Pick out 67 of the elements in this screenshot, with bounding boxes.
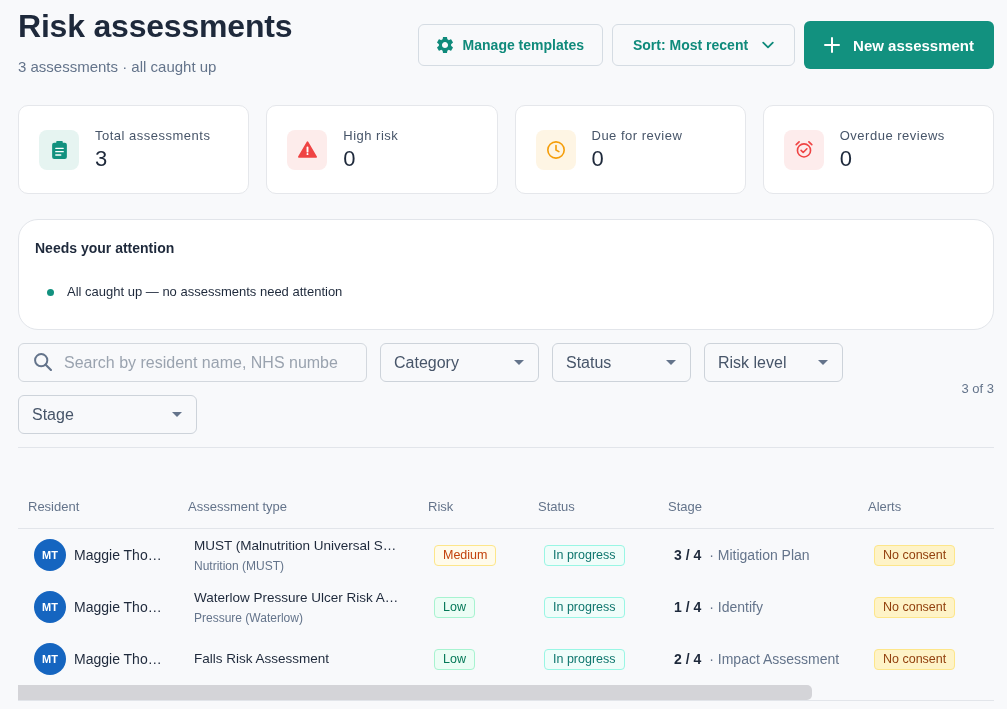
stage-step: 2 / 4 [674, 651, 702, 667]
filter-dropdown[interactable]: Status [552, 343, 691, 382]
column-header: Risk [427, 498, 455, 514]
risk-badge: Low [434, 648, 475, 670]
risk-badge: Low [434, 596, 475, 618]
sort-dropdown[interactable]: Sort: Most recent [611, 24, 796, 66]
assessment-title: MUST (Malnutrition Universal S… [194, 536, 397, 555]
caret-down-icon [666, 360, 676, 365]
resident-name: Maggie Tho… [74, 651, 162, 667]
manage-templates-button[interactable]: Manage templates [417, 24, 603, 66]
filter-dropdown[interactable]: Risk level [704, 343, 843, 382]
stat-value: 0 [591, 145, 605, 172]
clock-icon [535, 129, 576, 170]
new-assessment-button[interactable]: New assessment [804, 21, 994, 69]
column-header: Assessment type [187, 498, 288, 514]
risk-badge: Medium [434, 544, 497, 566]
status-badge: In progress [544, 544, 625, 566]
warning-icon [287, 129, 328, 170]
result-count: 3 of 3 [961, 381, 994, 396]
settings-icon [436, 37, 453, 53]
status-dot-icon [47, 288, 54, 296]
stat-label: High risk [343, 127, 399, 144]
horizontal-scrollbar[interactable] [18, 685, 812, 700]
column-header: Status [537, 498, 576, 514]
stat-label: Total assessments [95, 127, 211, 144]
alarm-clock-icon [783, 129, 824, 170]
search-icon [34, 353, 52, 371]
resident-name: Maggie Tho… [74, 599, 162, 615]
search-field[interactable]: Search by resident name, NHS numbe [18, 343, 367, 382]
page-title: Risk assessments [18, 7, 293, 46]
caret-down-icon [514, 360, 524, 365]
stat-value: 3 [95, 145, 109, 172]
alert-badge: No consent [874, 596, 956, 618]
assessment-category: Nutrition (MUST) [194, 558, 284, 574]
resident-name: Maggie Tho… [74, 547, 162, 563]
column-header: Resident [27, 498, 81, 514]
filter-dropdown[interactable]: Category [380, 343, 539, 382]
stat-value: 0 [343, 145, 357, 172]
alert-badge: No consent [874, 648, 956, 670]
assessment-title: Falls Risk Assessment [194, 650, 330, 668]
avatar: MT [34, 643, 66, 675]
chevron-down-icon [762, 41, 775, 49]
clipboard-icon [39, 129, 79, 170]
caret-down-icon [172, 412, 182, 417]
filter-dropdown[interactable]: Stage [18, 395, 197, 434]
attention-message: All caught up — no assessments need attention [67, 283, 343, 301]
assessment-title: Waterlow Pressure Ulcer Risk A… [194, 588, 399, 607]
alert-badge: No consent [874, 544, 956, 566]
plus-icon [824, 37, 841, 53]
status-badge: In progress [544, 596, 625, 618]
avatar: MT [34, 591, 66, 623]
page-subtitle: 3 assessments · all caught up [18, 57, 218, 77]
stage-name: · Impact Assessment [709, 651, 840, 667]
stat-label: Overdue reviews [839, 127, 945, 144]
status-badge: In progress [544, 648, 625, 670]
column-header: Alerts [867, 498, 903, 514]
stage-step: 1 / 4 [674, 599, 702, 615]
stage-name: · Identify [709, 599, 763, 615]
caret-down-icon [818, 360, 828, 365]
stage-name: · Mitigation Plan [709, 547, 810, 563]
panel-title: Needs your attention [35, 239, 176, 258]
column-header: Stage [667, 498, 703, 514]
stage-step: 3 / 4 [674, 547, 702, 563]
assessment-category: Pressure (Waterlow) [194, 610, 303, 626]
avatar: MT [34, 539, 66, 571]
stat-value: 0 [839, 145, 853, 172]
stat-label: Due for review [591, 127, 683, 144]
